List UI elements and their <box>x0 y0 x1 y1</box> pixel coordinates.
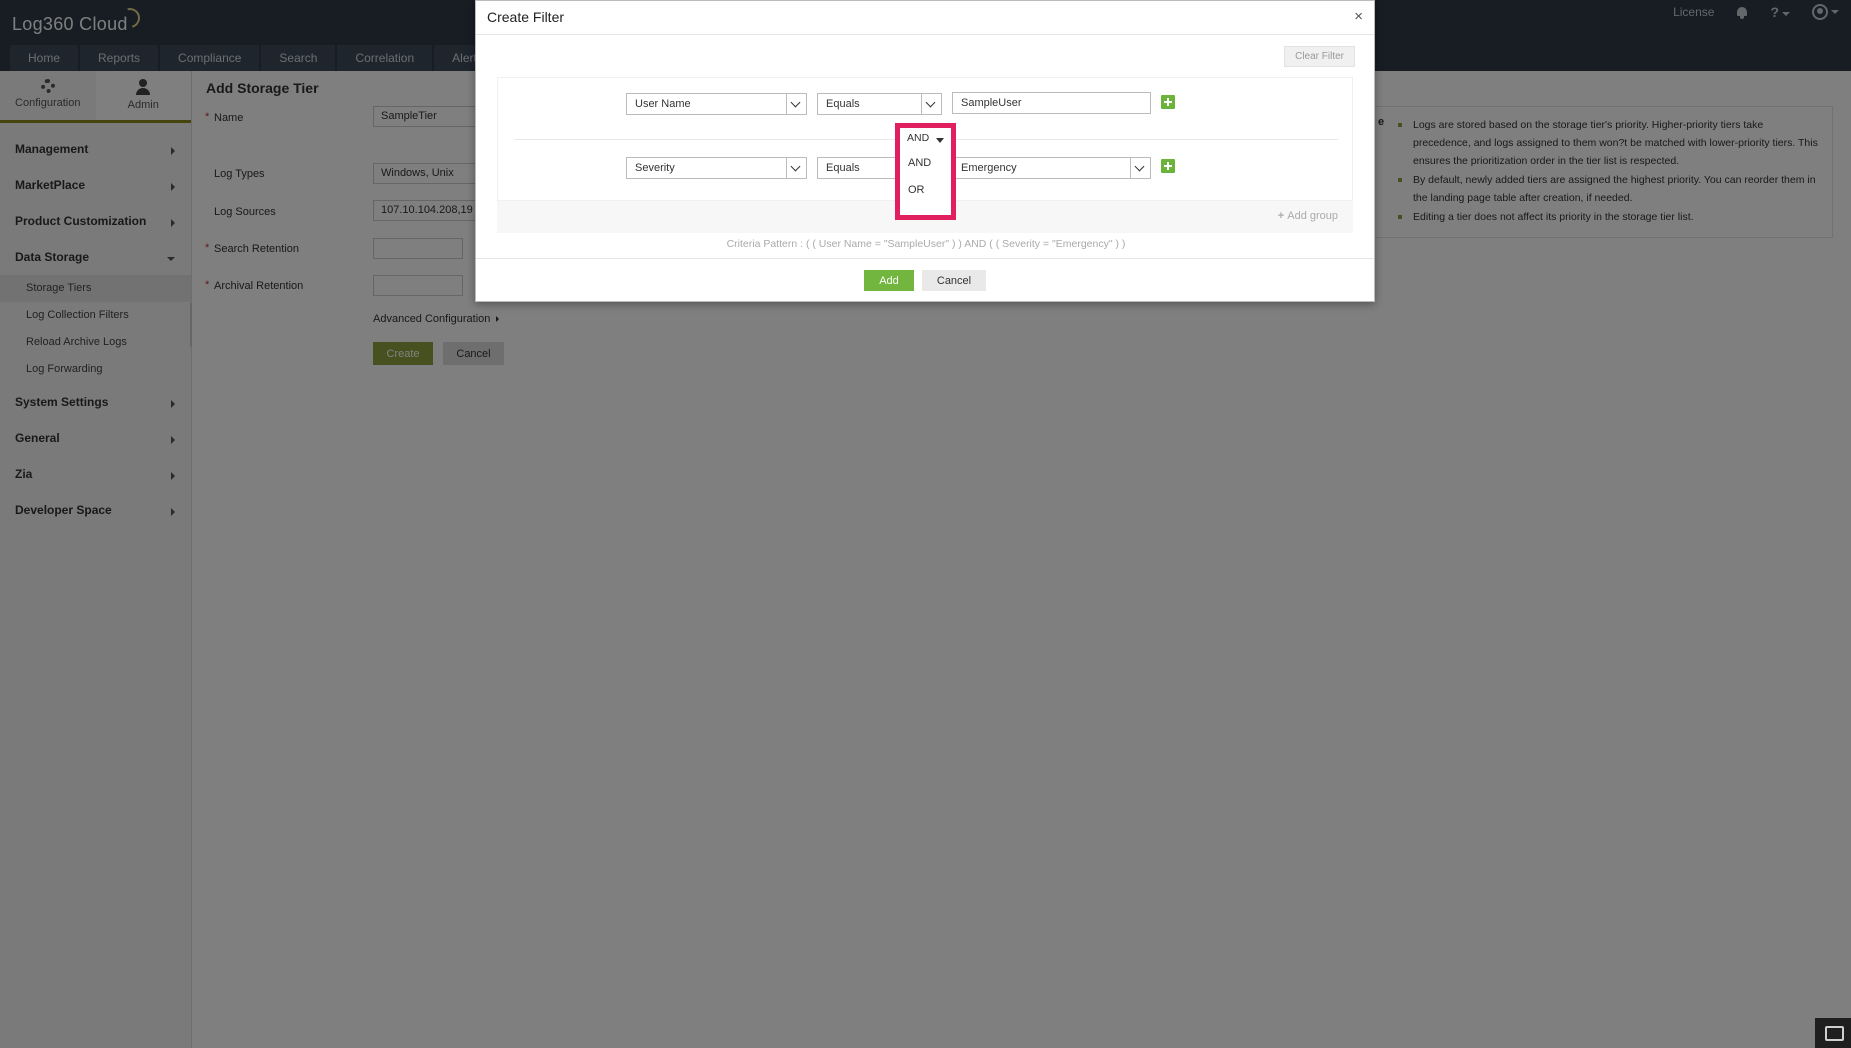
add-group-label: Add group <box>1287 210 1338 222</box>
row2-field-select[interactable]: Severity <box>626 157 807 179</box>
row1-operator-select[interactable]: Equals <box>817 93 942 115</box>
close-icon[interactable]: × <box>1354 8 1363 25</box>
logic-selected-value: AND <box>907 132 930 144</box>
row1-operator-value: Equals <box>826 98 860 110</box>
row1-value-input[interactable]: SampleUser <box>952 92 1151 114</box>
row1-field-select[interactable]: User Name <box>626 93 807 115</box>
row2-value: Emergency <box>961 162 1017 174</box>
chevron-down-icon <box>921 94 941 114</box>
chevron-down-icon <box>786 94 806 114</box>
add-condition-plus-icon[interactable] <box>1161 159 1175 173</box>
chat-icon[interactable] <box>1815 1018 1851 1048</box>
row2-value-select[interactable]: Emergency <box>952 157 1151 179</box>
divider <box>476 258 1374 259</box>
plus-icon: + <box>1277 210 1285 222</box>
criteria-pattern: Criteria Pattern : ( ( User Name = "Samp… <box>726 238 1126 250</box>
create-filter-dialog: Create Filter × Clear Filter User Name E… <box>475 0 1375 302</box>
chevron-down-icon <box>1130 158 1150 178</box>
row2-field-value: Severity <box>635 162 675 174</box>
dialog-cancel-button[interactable]: Cancel <box>922 270 986 291</box>
add-condition-plus-icon[interactable] <box>1161 95 1175 109</box>
chevron-down-icon <box>786 158 806 178</box>
divider <box>476 34 1374 35</box>
logic-operator-dropdown: AND AND OR <box>895 123 956 220</box>
row1-field-value: User Name <box>635 98 691 110</box>
logic-option-and[interactable]: AND <box>908 157 931 169</box>
chevron-down-icon <box>936 138 944 143</box>
add-button[interactable]: Add <box>864 270 914 291</box>
clear-filter-button[interactable]: Clear Filter <box>1284 46 1355 67</box>
add-group-button[interactable]: + Add group <box>1278 210 1338 222</box>
dialog-title: Create Filter <box>487 9 565 25</box>
logic-operator-select[interactable]: AND <box>904 131 947 148</box>
logic-option-or[interactable]: OR <box>908 184 925 196</box>
row2-operator-value: Equals <box>826 162 860 174</box>
